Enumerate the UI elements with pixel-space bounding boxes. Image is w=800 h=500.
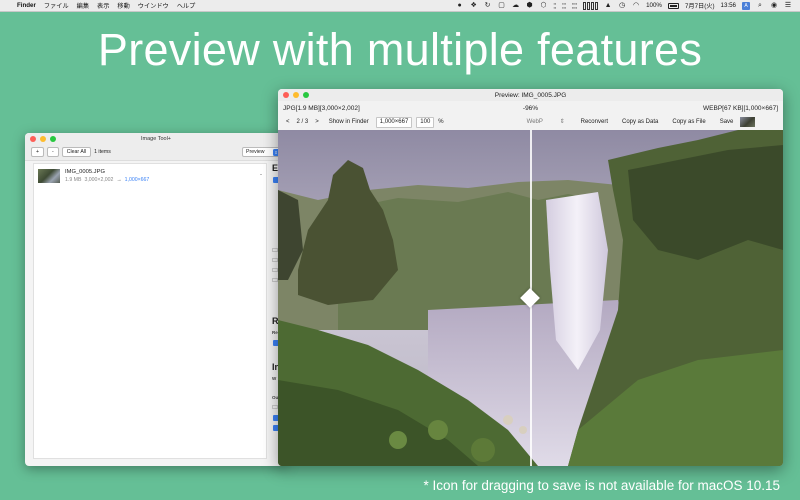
file-name: IMG_0005.JPG — [65, 169, 105, 175]
box-icon[interactable]: ▢ — [498, 2, 506, 10]
hexagon-icon[interactable]: ⬡ — [540, 2, 548, 10]
mode-select-value: Preview — [246, 149, 265, 155]
preview-info-row: JPG[1.9 MB][3,000×2,002] -96% WEBP[67 KB… — [278, 101, 783, 115]
dropbox-icon[interactable]: ❖ — [470, 2, 478, 10]
menubar-date[interactable]: 7月7日(火) — [685, 1, 715, 10]
next-image-button[interactable]: > — [312, 118, 322, 127]
copy-as-data-button[interactable]: Copy as Data — [619, 118, 661, 127]
cloud-icon[interactable]: ☁ — [512, 2, 520, 10]
reconvert-button[interactable]: Reconvert — [578, 118, 611, 127]
menu-file[interactable]: ファイル — [44, 1, 69, 10]
size-change: -96% — [522, 104, 539, 112]
page-indicator: 2 / 3 — [296, 119, 309, 125]
list-item[interactable]: IMG_0005.JPG 1.9 MB 3,000×2,002 → 1,000×… — [34, 164, 266, 188]
promo-headline: Preview with multiple features — [97, 24, 703, 75]
memory-stat-icon[interactable]: ▪▪▪ ▪▪▪ — [562, 2, 566, 10]
show-in-finder-button[interactable]: Show in Finder — [326, 118, 372, 127]
main-window-title: Image Tool+ — [140, 135, 172, 142]
chevron-updown-icon: ⇕ — [559, 118, 565, 125]
preview-image[interactable] — [278, 130, 783, 466]
notification-center-icon[interactable]: ☰ — [784, 2, 792, 10]
quality-field[interactable]: 100 — [416, 116, 435, 128]
preview-window: Preview: IMG_0005.JPG JPG[1.9 MB][3,000×… — [278, 89, 783, 466]
menu-go[interactable]: 移動 — [117, 1, 129, 10]
battery-percent[interactable]: 100% — [646, 2, 662, 9]
menu-view[interactable]: 表示 — [97, 1, 109, 10]
settings-label-re: Re — [272, 330, 278, 335]
file-list: IMG_0005.JPG 1.9 MB 3,000×2,002 → 1,000×… — [33, 163, 267, 459]
menubar-clock[interactable]: 13:56 — [721, 2, 736, 9]
file-size: 1.9 MB — [65, 177, 82, 183]
main-titlebar: Image Tool+ — [25, 133, 287, 144]
save-button[interactable]: Save — [717, 118, 737, 127]
file-thumbnail — [38, 169, 60, 183]
menubar: Finder ファイル 編集 表示 移動 ウインドウ ヘルプ ● ❖ ↻ ▢ ☁… — [0, 0, 800, 12]
network-stat-icon[interactable]: ▪▪▪▪ ▪▪▪▪ — [572, 2, 577, 10]
drag-to-save-thumbnail[interactable] — [740, 117, 756, 127]
file-meta: 1.9 MB 3,000×2,002 → 1,000×667 — [65, 177, 149, 183]
format-select-value: WebP — [526, 118, 543, 125]
file-status: - — [260, 172, 262, 178]
add-file-button[interactable]: + — [31, 147, 45, 157]
spotlight-icon[interactable]: ⌕ — [756, 2, 764, 10]
percent-label: % — [438, 119, 444, 125]
cat-icon[interactable]: ▲ — [604, 2, 612, 10]
item-count: 1 items — [94, 149, 111, 155]
remove-file-button[interactable]: - — [47, 147, 59, 157]
dimensions-field[interactable]: 1,000×667 — [375, 116, 413, 128]
cpu-stat-icon[interactable]: ▪▪ ▪▪ — [554, 2, 557, 10]
shield-icon[interactable]: ⬢ — [526, 2, 534, 10]
status-app-icon[interactable]: ● — [456, 2, 464, 10]
target-dimensions: 1,000×667 — [124, 177, 150, 183]
menu-window[interactable]: ウインドウ — [138, 1, 169, 10]
input-source-icon[interactable]: A — [742, 1, 750, 10]
copy-as-file-button[interactable]: Copy as File — [669, 118, 708, 127]
file-info: IMG_0005.JPG 1.9 MB 3,000×2,002 → 1,000×… — [65, 169, 149, 183]
main-toolbar: + - Clear All 1 items Preview ⇕ — [25, 144, 287, 161]
cpu-bars-icon[interactable] — [583, 1, 599, 10]
menu-edit[interactable]: 編集 — [77, 1, 89, 10]
settings-label-w: W — [272, 376, 277, 381]
arrow-right-icon: → — [116, 177, 122, 183]
format-select[interactable]: WebP ⇕ — [524, 118, 568, 127]
timemachine-icon[interactable]: ◷ — [618, 2, 626, 10]
preview-window-title: Preview: IMG_0005.JPG — [494, 91, 567, 99]
promo-footnote: * Icon for dragging to save is not avail… — [423, 478, 780, 493]
wifi-icon[interactable]: ◠ — [632, 2, 640, 10]
siri-icon[interactable]: ◉ — [770, 2, 778, 10]
menu-help[interactable]: ヘルプ — [177, 1, 196, 10]
image-tool-window: Image Tool+ + - Clear All 1 items Previe… — [25, 133, 287, 466]
battery-icon[interactable] — [667, 2, 679, 9]
sync-icon[interactable]: ↻ — [484, 2, 492, 10]
preview-controls: < 2 / 3 > Show in Finder 1,000×667 100 %… — [278, 115, 783, 129]
preview-titlebar: Preview: IMG_0005.JPG — [278, 89, 783, 101]
prev-image-button[interactable]: < — [283, 118, 293, 127]
clear-all-button[interactable]: Clear All — [61, 147, 92, 157]
mode-select[interactable]: Preview ⇕ — [242, 147, 281, 157]
file-dimensions: 3,000×2,002 — [84, 177, 114, 183]
menu-app-name[interactable]: Finder — [17, 2, 36, 9]
